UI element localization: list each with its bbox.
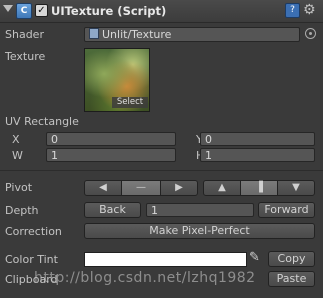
uv-x-label: X — [12, 133, 20, 146]
pivot-top-button[interactable]: ▲ — [203, 180, 241, 196]
pivot-left-button[interactable]: ◀ — [84, 180, 122, 196]
uv-w-label: W — [12, 149, 23, 162]
object-picker-icon[interactable] — [305, 28, 316, 39]
depth-forward-button[interactable]: Forward — [258, 202, 315, 218]
color-tint-label: Color Tint — [5, 253, 58, 266]
pivot-right-button[interactable]: ▶ — [160, 180, 198, 196]
pivot-label: Pivot — [5, 181, 33, 194]
color-tint-swatch[interactable] — [84, 252, 247, 267]
uv-rectangle-label: UV Rectangle — [5, 115, 79, 128]
uv-w-field[interactable]: 1 — [46, 148, 176, 162]
uv-x-field[interactable]: 0 — [46, 132, 176, 146]
texture-select-button[interactable]: Select — [112, 97, 148, 108]
foldout-arrow-icon[interactable] — [3, 5, 13, 12]
watermark-text: http://blog.csdn.net/lzhq1982 — [34, 270, 256, 286]
pivot-center-v-button[interactable]: ▐ — [240, 180, 278, 196]
pivot-center-h-button[interactable]: — — [121, 180, 161, 196]
paste-button[interactable]: Paste — [268, 271, 315, 287]
depth-back-button[interactable]: Back — [84, 202, 141, 218]
enabled-checkbox[interactable]: ✓ — [35, 4, 48, 17]
component-icon: C — [16, 3, 32, 19]
uv-y-field[interactable]: 0 — [200, 132, 315, 146]
correction-label: Correction — [5, 225, 62, 238]
make-pixel-perfect-button[interactable]: Make Pixel-Perfect — [84, 223, 315, 239]
copy-button[interactable]: Copy — [268, 251, 315, 267]
pivot-bottom-button[interactable]: ▼ — [277, 180, 315, 196]
depth-field[interactable]: 1 — [146, 203, 254, 217]
gear-icon[interactable]: ⚙ — [303, 2, 316, 18]
section-divider — [0, 170, 323, 171]
uv-h-field[interactable]: 1 — [200, 148, 315, 162]
texture-label: Texture — [5, 50, 46, 63]
help-book-icon[interactable]: ? — [285, 3, 300, 18]
component-title: UITexture (Script) — [51, 4, 167, 18]
shader-field[interactable]: Unlit/Texture — [84, 27, 300, 42]
depth-label: Depth — [5, 204, 39, 217]
shader-file-icon — [89, 28, 99, 39]
shader-label: Shader — [5, 28, 44, 41]
shader-value: Unlit/Texture — [102, 28, 172, 41]
eyedropper-icon[interactable]: ✎ — [249, 250, 260, 265]
